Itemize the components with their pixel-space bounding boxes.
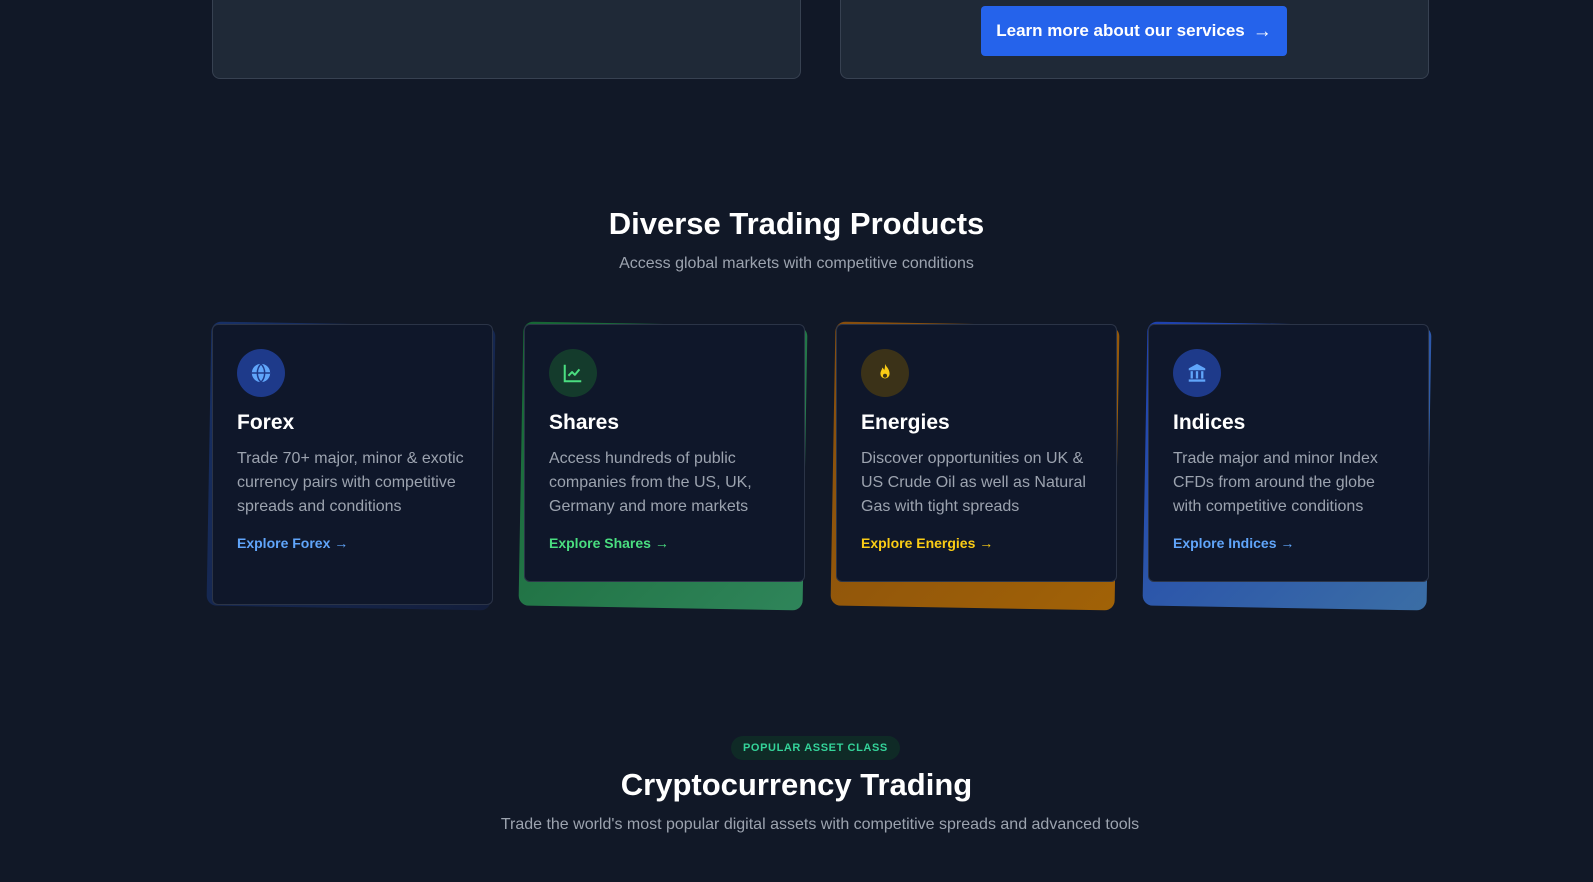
products-section-subtitle: Access global markets with competitive c… — [619, 255, 974, 272]
products-section-title: Diverse Trading Products — [608, 206, 985, 241]
info-card-left — [212, 0, 801, 79]
card-description: Access hundreds of public companies from… — [549, 450, 752, 515]
crypto-section-title: Cryptocurrency Trading — [620, 767, 973, 802]
learn-more-label: Learn more about our services — [996, 21, 1245, 40]
crypto-section-subtitle: Trade the world's most popular digital a… — [500, 816, 1140, 833]
explore-energies-link[interactable]: Explore Energies → — [861, 535, 993, 551]
info-card-right: Learn more about our services → — [840, 0, 1429, 79]
asset-class-badge: POPULAR ASSET CLASS — [731, 736, 900, 760]
card-body: Indices Trade major and minor Index CFDs… — [1148, 324, 1429, 582]
card-title: Forex — [237, 411, 295, 434]
globe-icon — [237, 349, 285, 397]
card-description: Discover opportunities on UK & US Crude … — [861, 450, 1086, 515]
card-description: Trade major and minor Index CFDs from ar… — [1173, 450, 1378, 515]
explore-indices-link[interactable]: Explore Indices → — [1173, 535, 1294, 551]
explore-shares-link[interactable]: Explore Shares → — [549, 535, 669, 551]
card-description: Trade 70+ major, minor & exotic currency… — [237, 450, 464, 515]
card-title: Shares — [549, 411, 620, 434]
explore-forex-link[interactable]: Explore Forex → — [237, 535, 348, 551]
card-body: Shares Access hundreds of public compani… — [524, 324, 805, 582]
chart-line-icon — [549, 349, 597, 397]
product-card-shares[interactable]: Shares Access hundreds of public compani… — [518, 321, 808, 611]
flame-icon — [861, 349, 909, 397]
page: Learn more about our services → Diverse … — [0, 0, 1593, 882]
learn-more-button[interactable]: Learn more about our services → — [981, 6, 1287, 56]
product-card-indices[interactable]: Indices Trade major and minor Index CFDs… — [1142, 321, 1432, 611]
product-card-energies[interactable]: Energies Discover opportunities on UK & … — [830, 321, 1120, 611]
arrow-right-icon: → — [1252, 20, 1272, 42]
card-body: Forex Trade 70+ major, minor & exotic cu… — [212, 324, 493, 605]
card-title: Indices — [1173, 411, 1246, 434]
product-card-forex[interactable]: Forex Trade 70+ major, minor & exotic cu… — [206, 321, 496, 611]
bank-icon — [1173, 349, 1221, 397]
card-body: Energies Discover opportunities on UK & … — [836, 324, 1117, 582]
card-title: Energies — [861, 411, 950, 434]
